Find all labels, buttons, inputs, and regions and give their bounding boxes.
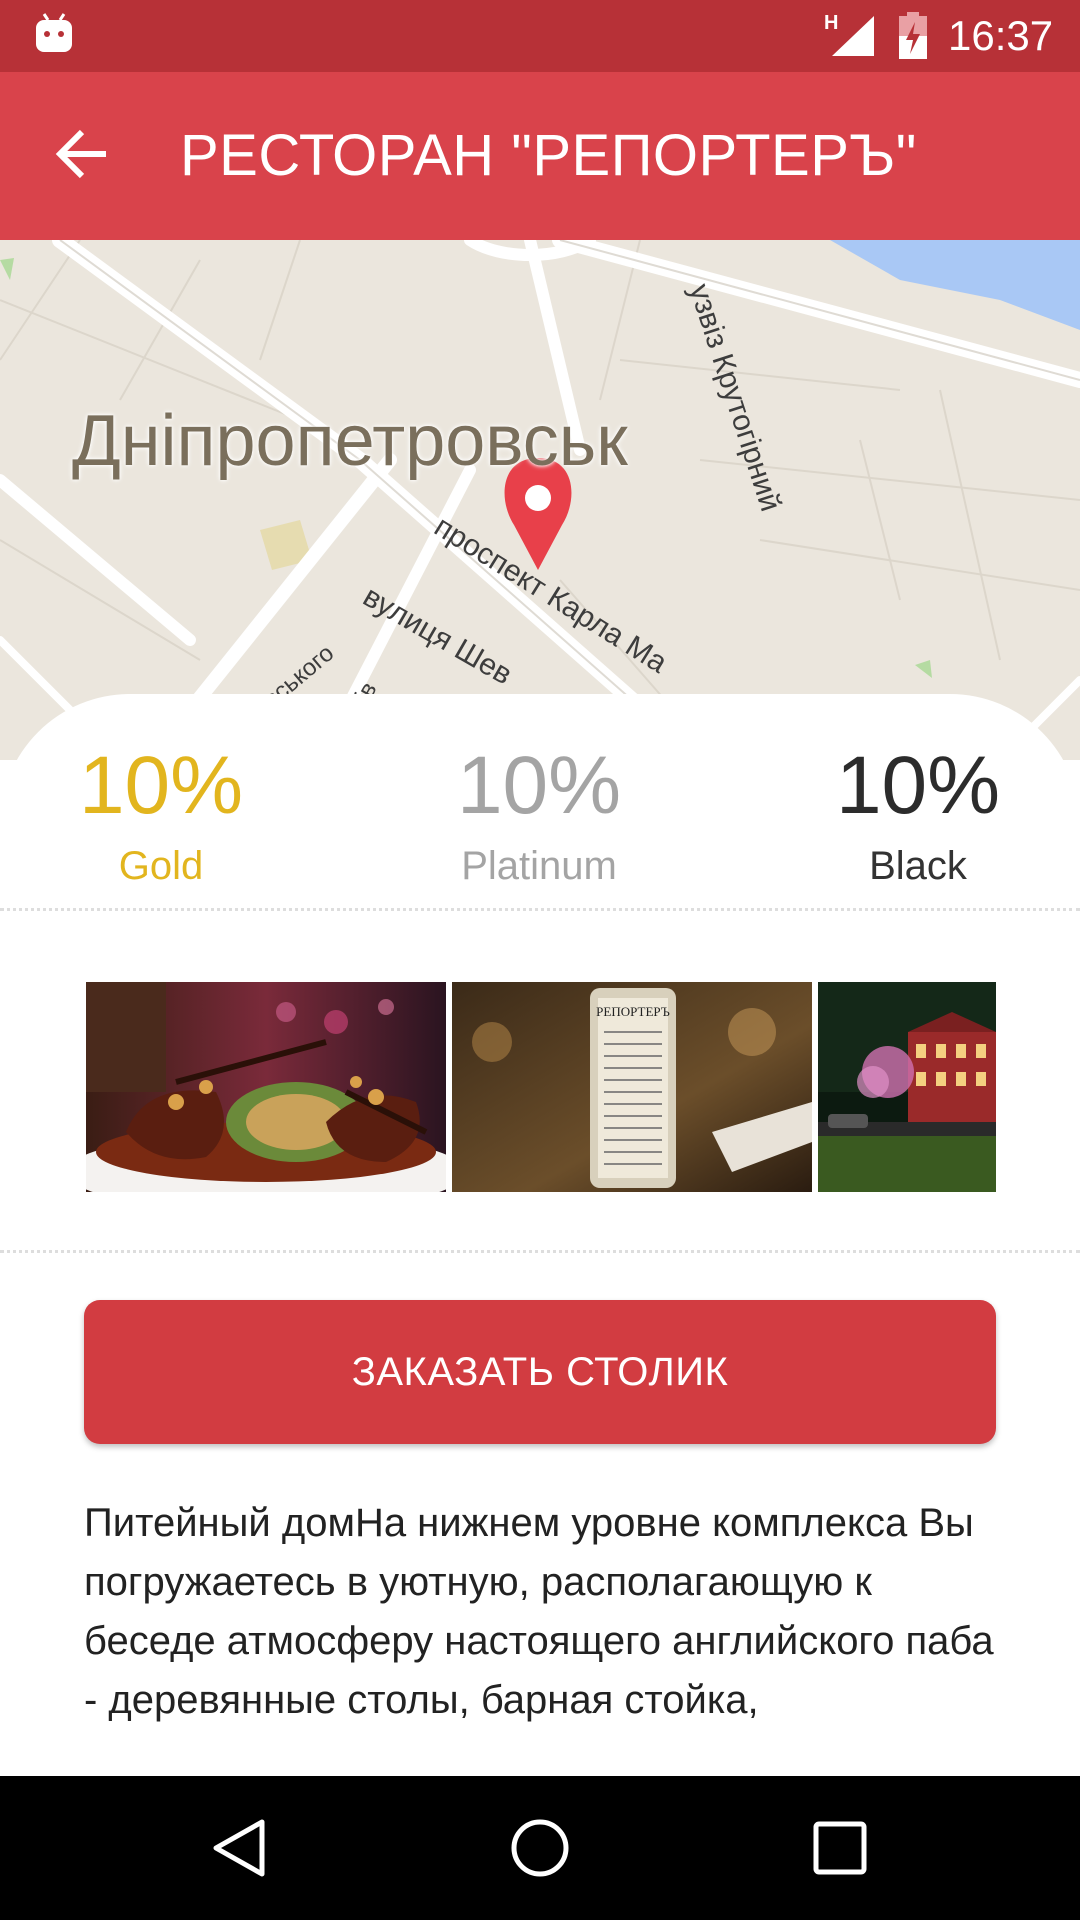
book-table-button[interactable]: ЗАКАЗАТЬ СТОЛИК	[84, 1300, 996, 1444]
arrow-back-icon[interactable]	[52, 124, 112, 184]
home-circle-icon[interactable]	[508, 1816, 572, 1880]
discount-black: 10% Black	[788, 738, 1048, 890]
dish-photo[interactable]	[86, 982, 446, 1192]
divider	[0, 1250, 1080, 1253]
discount-tier-label: Gold	[118, 844, 204, 888]
back-triangle-icon[interactable]	[208, 1816, 272, 1880]
app-bar: РЕСТОРАН "РЕПОРТЕРЪ"	[0, 72, 1080, 240]
system-nav-bar	[0, 1776, 1080, 1920]
discount-tier-label: Platinum	[461, 844, 617, 888]
details-card: 10% Gold 10% Platinum 10% Black РЕПОРТЕР…	[0, 694, 1080, 1776]
discount-tier-label: Black	[869, 844, 967, 888]
battery-charging-icon	[899, 12, 927, 59]
discount-gold: 10% Gold	[31, 738, 291, 890]
discount-platinum: 10% Platinum	[409, 738, 669, 890]
recents-square-icon[interactable]	[808, 1816, 872, 1880]
building-night-photo[interactable]	[818, 982, 996, 1192]
map-canvas	[0, 240, 1080, 760]
status-bar: H 16:37	[0, 0, 1080, 72]
discount-percent: 10%	[456, 740, 622, 831]
discount-percent: 10%	[835, 740, 1001, 831]
photo-gallery[interactable]: РЕПОРТЕРЪ	[86, 982, 996, 1192]
discount-percent: 10%	[78, 740, 244, 831]
android-notification-icon	[36, 13, 72, 52]
restaurant-description: Питейный домНа нижнем уровне комплекса В…	[84, 1501, 994, 1722]
menu-bottle-photo[interactable]: РЕПОРТЕРЪ	[452, 982, 812, 1192]
page-title: РЕСТОРАН "РЕПОРТЕРЪ"	[180, 123, 917, 188]
clock: 16:37	[948, 12, 1054, 59]
divider	[0, 908, 1080, 911]
map-city-label: Дніпропетровськ	[72, 401, 628, 481]
menu-bottle-text: РЕПОРТЕРЪ	[596, 1004, 670, 1019]
signal-icon	[832, 16, 874, 56]
map-view[interactable]: Дніпропетровськ узвіз Крутогірний проспе…	[0, 240, 1080, 760]
